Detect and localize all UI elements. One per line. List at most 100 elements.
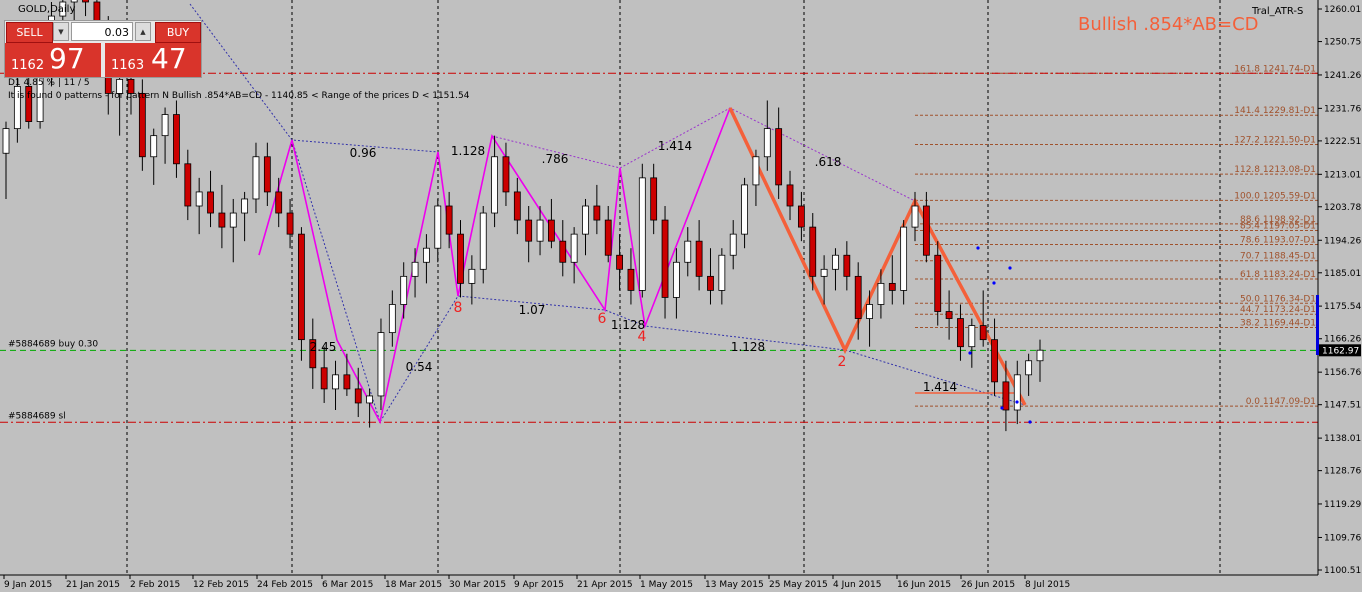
fib-level-label: 0.0 1147.09-D1 <box>1246 397 1316 407</box>
candle-body <box>957 318 964 348</box>
x-tick-label: 25 May 2015 <box>769 580 828 590</box>
candle-body <box>2 128 10 154</box>
candle-body <box>820 268 828 277</box>
y-tick-label: 1241.26 <box>1324 71 1361 81</box>
candle-body <box>786 184 794 207</box>
candle-body <box>695 240 703 277</box>
buy-price-pips: 47 <box>151 42 187 75</box>
candle-body <box>866 304 873 319</box>
buy-order-label: #5884689 buy 0.30 <box>8 339 98 349</box>
y-tick-label: 1203.78 <box>1324 203 1361 213</box>
info-line-2: It is found 0 patterns - for pattern N B… <box>8 91 470 101</box>
chart-window[interactable]: #5884689 buy 0.30 #5884689 sl 161.8 1241.7… <box>0 0 1362 592</box>
buy-button[interactable]: BUY <box>155 22 201 43</box>
x-tick-label: 13 May 2015 <box>705 580 764 590</box>
x-tick-label: 21 Apr 2015 <box>577 580 633 590</box>
candle-body <box>479 212 487 270</box>
candle-body <box>741 184 748 235</box>
candle-body <box>173 114 180 165</box>
ratio-label: 0.96 <box>350 146 377 160</box>
candle-body <box>150 135 158 158</box>
current-price-label: 1162.97 <box>1322 346 1359 356</box>
y-tick-label: 1185.01 <box>1324 269 1361 279</box>
x-tick-label: 24 Feb 2015 <box>257 580 313 590</box>
candle-body <box>684 240 692 263</box>
fib-level-label: 61.8 1183.24-D1 <box>1240 270 1316 280</box>
atr-stop-dot <box>1008 266 1012 270</box>
candle-body <box>70 0 78 3</box>
x-tick-label: 4 Jun 2015 <box>833 580 881 590</box>
lot-increase-button[interactable]: ▲ <box>135 22 151 41</box>
candle-body <box>423 247 430 263</box>
candle-body <box>843 254 851 277</box>
fib-level-label: 85.4 1197.05-D1 <box>1240 221 1316 231</box>
candlestick-chart[interactable]: #5884689 buy 0.30 #5884689 sl 161.8 1241.7… <box>0 0 1362 592</box>
atr-stop-dot <box>992 281 996 285</box>
candle-body <box>82 0 89 3</box>
lot-size-input[interactable]: 0.03 <box>71 22 133 41</box>
candle-body <box>400 275 408 305</box>
y-tick-label: 1156.76 <box>1324 368 1361 378</box>
candle-body <box>320 367 328 390</box>
sell-price-box[interactable]: 1162 97 <box>5 43 101 77</box>
candle-body <box>218 212 226 228</box>
pattern-title: Bullish .854*AB=CD <box>1078 14 1259 35</box>
buy-price-prefix: 1163 <box>111 58 145 73</box>
candle-body <box>445 205 453 235</box>
atr-stop-dot <box>1015 400 1019 404</box>
candle-body <box>934 254 942 312</box>
candle-body <box>832 254 839 270</box>
candle-body <box>593 205 601 221</box>
atr-stop-dot <box>1028 420 1032 424</box>
lot-decrease-button[interactable]: ▼ <box>53 22 69 41</box>
candle-body <box>661 219 669 298</box>
pattern-point-label: 8 <box>454 300 463 316</box>
candle-body <box>570 233 578 263</box>
candle-body <box>638 177 646 291</box>
candle-body <box>184 163 192 207</box>
candle-body <box>332 374 339 390</box>
candle-body <box>582 205 589 235</box>
candle-body <box>252 156 260 200</box>
fib-level-label: 141.4 1229.81-D1 <box>1234 106 1316 116</box>
y-tick-label: 1138.01 <box>1324 434 1361 444</box>
fib-level-label: 50.0 1176.34-D1 <box>1240 294 1316 304</box>
candle-body <box>388 304 396 334</box>
y-tick-label: 1250.75 <box>1324 38 1361 48</box>
candle-body <box>854 275 862 319</box>
candle-body <box>1025 360 1033 376</box>
x-tick-label: 6 Mar 2015 <box>322 580 373 590</box>
window-title: GOLD,Daily <box>18 4 76 15</box>
fib-level-label: 38.2 1169.44-D1 <box>1240 319 1316 329</box>
y-tick-label: 1222.51 <box>1324 137 1361 147</box>
candle-body <box>911 205 919 228</box>
plot-area <box>0 0 1318 575</box>
y-tick-label: 1194.26 <box>1324 236 1361 246</box>
pattern-point-label: 2 <box>838 354 847 370</box>
candle-body <box>161 114 169 137</box>
candle-body <box>922 205 930 256</box>
y-tick-label: 1175.54 <box>1324 302 1361 312</box>
y-tick-label: 1109.76 <box>1324 533 1361 543</box>
sell-button[interactable]: SELL <box>6 22 53 43</box>
one-click-trading-panel: SELL ▼ 0.03 ▲ BUY 1162 97 1163 47 <box>4 20 202 78</box>
pattern-point-label: 6 <box>598 311 607 327</box>
candle-body <box>559 240 567 263</box>
candle-body <box>491 156 498 214</box>
candle-body <box>888 282 896 291</box>
x-tick-label: 1 May 2015 <box>640 580 693 590</box>
buy-price-box[interactable]: 1163 47 <box>105 43 201 77</box>
candle-body <box>1013 374 1021 411</box>
ratio-label: 0.54 <box>406 360 433 374</box>
candle-body <box>672 261 680 298</box>
candle-body <box>797 205 805 228</box>
ratio-label: 2.45 <box>310 340 337 354</box>
candle-body <box>275 191 283 214</box>
candle-body <box>195 191 203 207</box>
x-tick-label: 16 Jun 2015 <box>897 580 951 590</box>
candle-body <box>468 268 476 284</box>
candle-body <box>900 226 908 291</box>
fib-level-label: 78.6 1193.07-D1 <box>1240 235 1316 245</box>
candle-body <box>377 332 385 397</box>
candle-body <box>616 254 623 270</box>
